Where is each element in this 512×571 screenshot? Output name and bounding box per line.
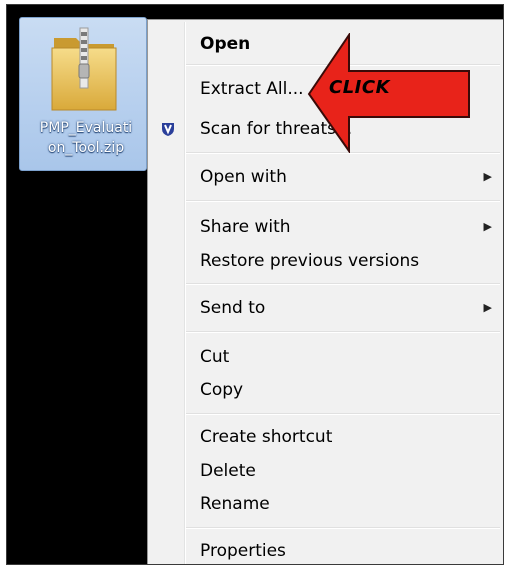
menu-separator — [186, 331, 500, 333]
menu-item-label: Delete — [200, 461, 256, 481]
zip-file-icon[interactable]: PMP_Evaluati on_Tool.zip — [19, 17, 147, 171]
menu-item-rename[interactable]: Rename — [150, 487, 502, 521]
submenu-arrow-icon: ▶ — [483, 170, 492, 183]
menu-item-open-with[interactable]: Open with ▶ — [150, 160, 502, 194]
menu-item-copy[interactable]: Copy — [150, 373, 502, 407]
menu-item-label: Properties — [200, 541, 286, 561]
menu-item-restore-previous-versions[interactable]: Restore previous versions — [150, 244, 502, 278]
file-name-line-1: PMP_Evaluati — [39, 120, 133, 136]
menu-separator — [186, 200, 500, 202]
menu-item-create-shortcut[interactable]: Create shortcut — [150, 420, 502, 454]
menu-item-properties[interactable]: Properties — [150, 534, 502, 564]
menu-item-cut[interactable]: Cut — [150, 340, 502, 374]
desktop-background: PMP_Evaluati on_Tool.zip Open Extract Al… — [6, 4, 504, 565]
menu-separator — [186, 527, 500, 529]
menu-item-label: Send to — [200, 298, 266, 318]
menu-separator — [186, 283, 500, 285]
menu-item-share-with[interactable]: Share with ▶ — [150, 210, 502, 244]
shield-icon — [162, 123, 174, 136]
menu-item-label: Open with — [200, 167, 287, 187]
menu-item-label: Rename — [200, 494, 270, 514]
menu-item-label: Cut — [200, 347, 230, 367]
click-callout-text: CLICK — [329, 77, 391, 98]
menu-item-label: Open — [200, 34, 251, 54]
submenu-arrow-icon: ▶ — [483, 301, 492, 314]
menu-item-label: Share with — [200, 217, 291, 237]
menu-item-label: Restore previous versions — [200, 251, 420, 271]
file-name-line-2: on_Tool.zip — [47, 140, 125, 156]
file-name-label: PMP_Evaluati on_Tool.zip — [26, 118, 146, 158]
menu-item-label: Create shortcut — [200, 427, 333, 447]
zip-folder-icon — [51, 27, 117, 111]
menu-item-send-to[interactable]: Send to ▶ — [150, 291, 502, 325]
menu-item-delete[interactable]: Delete — [150, 454, 502, 488]
menu-item-label: Extract All... — [200, 79, 304, 99]
submenu-arrow-icon: ▶ — [483, 220, 492, 233]
menu-separator — [186, 413, 500, 415]
menu-item-label: Copy — [200, 380, 244, 400]
